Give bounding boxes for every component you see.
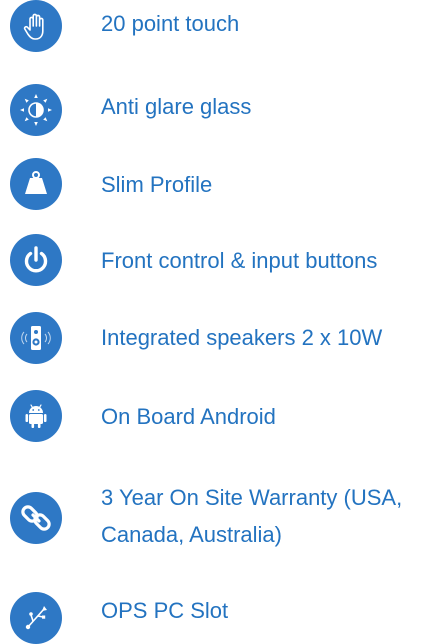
feature-label: Slim Profile	[101, 172, 213, 197]
power-icon	[10, 234, 62, 286]
feature-list: 20 point touch Anti glare glass Slim Pro…	[0, 0, 435, 644]
speaker-icon	[10, 312, 62, 364]
feature-label: Integrated speakers 2 x 10W	[101, 325, 383, 350]
feature-label: On Board Android	[101, 404, 276, 429]
hand-icon	[10, 0, 62, 52]
weight-icon	[10, 158, 62, 210]
link-icon	[10, 492, 62, 544]
android-icon	[10, 390, 62, 442]
usb-icon	[10, 592, 62, 644]
feature-label: 3 Year On Site Warranty (USA, Canada, Au…	[101, 485, 403, 547]
feature-label: Anti glare glass	[101, 94, 252, 119]
feature-label: 20 point touch	[101, 11, 240, 36]
feature-label: OPS PC Slot	[101, 598, 229, 623]
sun-icon	[10, 84, 62, 136]
feature-label: Front control & input buttons	[101, 248, 378, 273]
